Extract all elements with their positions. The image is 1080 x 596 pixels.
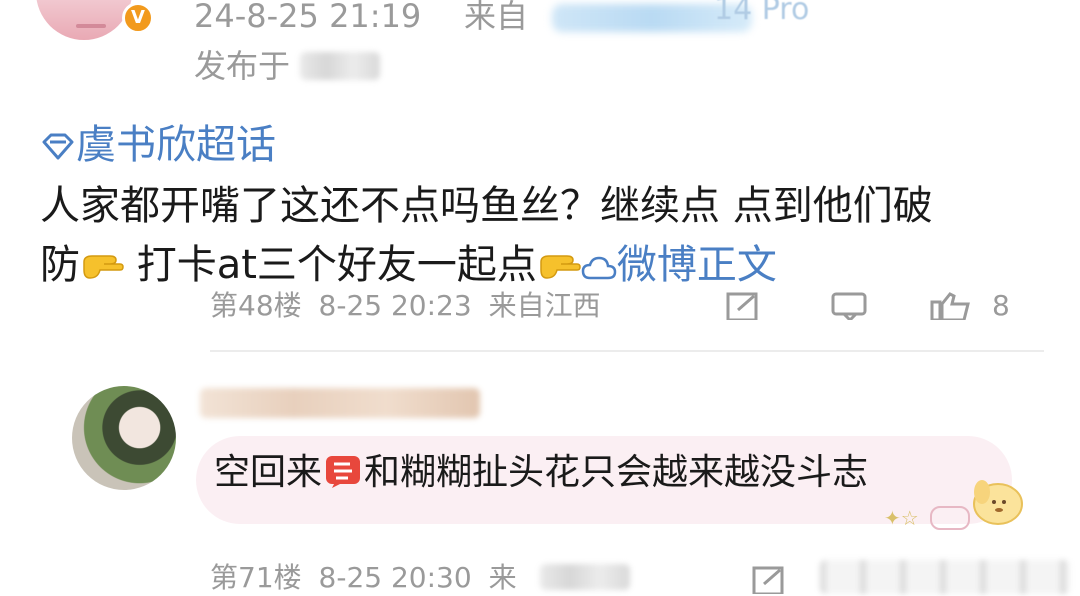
mention-badge-icon <box>324 452 362 488</box>
body-text-a: 防 <box>40 242 80 288</box>
floor-source: 来自江西 <box>488 289 601 322</box>
reply-floor-time: 8-25 20:30 <box>318 561 472 594</box>
diamond-topic-icon <box>40 124 76 174</box>
comment-icon[interactable] <box>830 290 870 320</box>
pointing-hand-emoji-icon-2 <box>537 244 581 279</box>
reply-text: 空回来 和糊糊扯头花只会越来越没斗志 <box>214 448 868 498</box>
topic-link[interactable]: 虞书欣超话 <box>40 120 276 174</box>
post-body-line1: 人家都开嘴了这还不点吗鱼丝？继续点 点到他们破 <box>40 183 933 229</box>
topic-label: 虞书欣超话 <box>76 122 276 168</box>
author-avatar[interactable] <box>36 0 132 40</box>
floor-number: 第48楼 <box>210 289 302 322</box>
pointing-hand-emoji-icon <box>80 244 124 279</box>
location-blurred <box>300 52 380 80</box>
reply-actions-blurred <box>820 560 1070 594</box>
reply-username-blurred <box>200 388 480 418</box>
post-published-prefix: 发布于 <box>194 47 291 85</box>
star-decoration-icon: ✦☆ <box>884 506 919 530</box>
post-timestamp: 24-8-25 21:19 <box>194 0 422 35</box>
body-text-b: 打卡at三个好友一起点 <box>124 242 537 288</box>
post-source-prefix: 来自 <box>464 0 529 35</box>
weibo-link-label: 微博正文 <box>616 242 777 288</box>
like-count: 8 <box>992 289 1010 322</box>
reply-source-blurred <box>540 564 630 590</box>
dog-sticker-decoration-icon <box>964 470 1028 534</box>
like-icon[interactable] <box>930 290 974 320</box>
reply-floor-source: 来 <box>488 561 517 594</box>
reply-text-b: 和糊糊扯头花只会越来越没斗志 <box>364 452 869 493</box>
share-icon[interactable] <box>724 290 764 320</box>
verified-badge-icon: V <box>122 2 154 34</box>
post-footer: 第48楼 8-25 20:23 来自江西 8 <box>210 284 1030 322</box>
reply-footer: 第71楼 8-25 20:30 来 <box>210 560 517 596</box>
reply-floor-number: 第71楼 <box>210 561 302 594</box>
weibo-link[interactable]: 微博正文 <box>581 242 777 288</box>
floor-time: 8-25 20:23 <box>318 289 472 322</box>
reply-avatar[interactable] <box>72 386 176 490</box>
reply-share-icon[interactable] <box>750 564 790 594</box>
device-fragment: 14 Pro <box>714 0 810 27</box>
divider <box>210 350 1044 352</box>
ribbon-decoration-icon <box>930 506 970 530</box>
reply-text-a: 空回来 <box>214 452 323 493</box>
